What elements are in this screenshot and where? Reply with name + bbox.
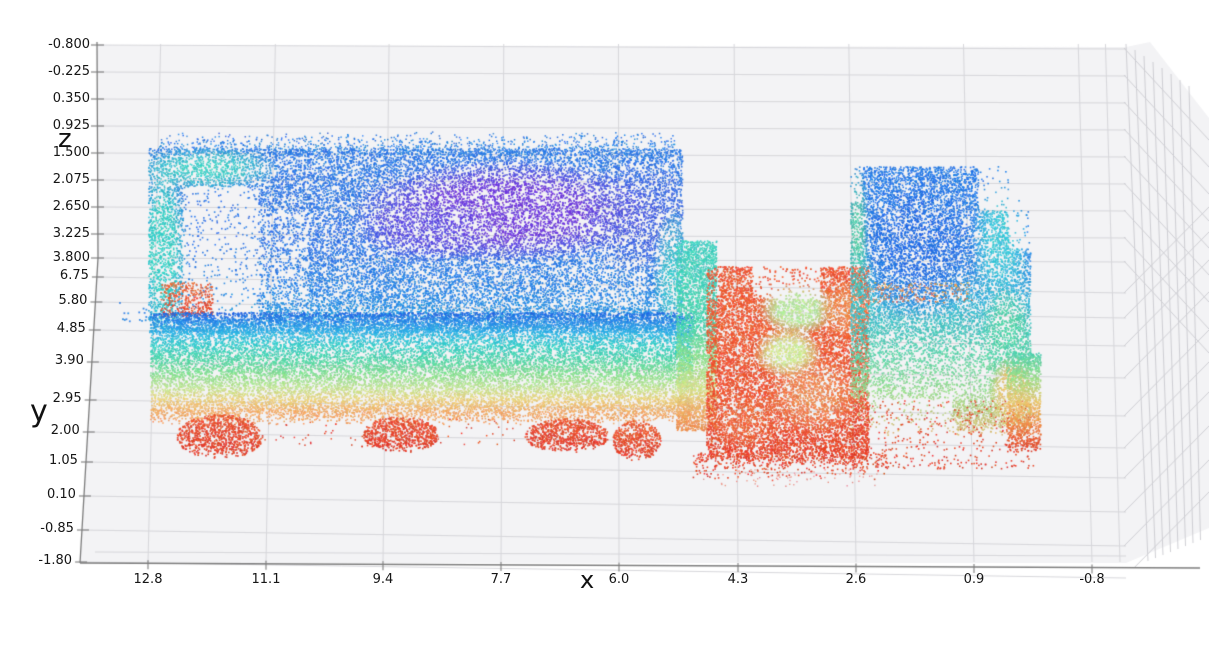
z-tick-label: 3.800 <box>52 250 90 265</box>
point-cloud-canvas[interactable] <box>0 0 1209 659</box>
y-tick-label: 4.85 <box>56 321 86 336</box>
y-tick-label: 1.05 <box>49 453 78 468</box>
x-tick-label: -0.8 <box>1079 572 1105 587</box>
y-tick-label: 3.90 <box>54 353 84 368</box>
y-tick-label: 5.80 <box>58 293 88 308</box>
x-tick-label: 2.6 <box>845 572 867 587</box>
z-tick-label: 1.500 <box>52 145 90 160</box>
x-tick-label: 6.0 <box>608 572 630 587</box>
y-tick-label: 6.75 <box>59 268 89 283</box>
z-tick-label: 3.225 <box>52 226 90 241</box>
x-tick-label: 12.8 <box>133 572 163 587</box>
y-tick-label: 2.95 <box>52 391 82 406</box>
z-tick-label: 2.650 <box>52 199 90 214</box>
y-tick-label: -1.80 <box>38 553 73 568</box>
z-tick-label: 0.350 <box>52 91 90 106</box>
z-tick-label: 0.925 <box>52 118 90 133</box>
z-tick-label: -0.225 <box>48 64 90 79</box>
y-tick-label: 2.00 <box>50 423 80 438</box>
x-tick-label: 4.3 <box>727 572 749 587</box>
z-tick-label: -0.800 <box>48 37 90 52</box>
x-tick-label: 9.4 <box>372 572 394 587</box>
z-tick-label: 2.075 <box>52 172 90 187</box>
point-cloud-figure: z y x 12.8 11.1 9.4 7.7 6.0 4.3 2.6 0.9 -0.8 -0.8… <box>0 0 1209 659</box>
x-axis-label: x <box>580 566 595 594</box>
x-tick-label: 11.1 <box>251 572 281 587</box>
y-tick-label: 0.10 <box>47 487 76 502</box>
x-tick-label: 7.7 <box>490 572 512 587</box>
y-tick-label: -0.85 <box>40 521 74 536</box>
x-tick-label: 0.9 <box>963 572 985 587</box>
